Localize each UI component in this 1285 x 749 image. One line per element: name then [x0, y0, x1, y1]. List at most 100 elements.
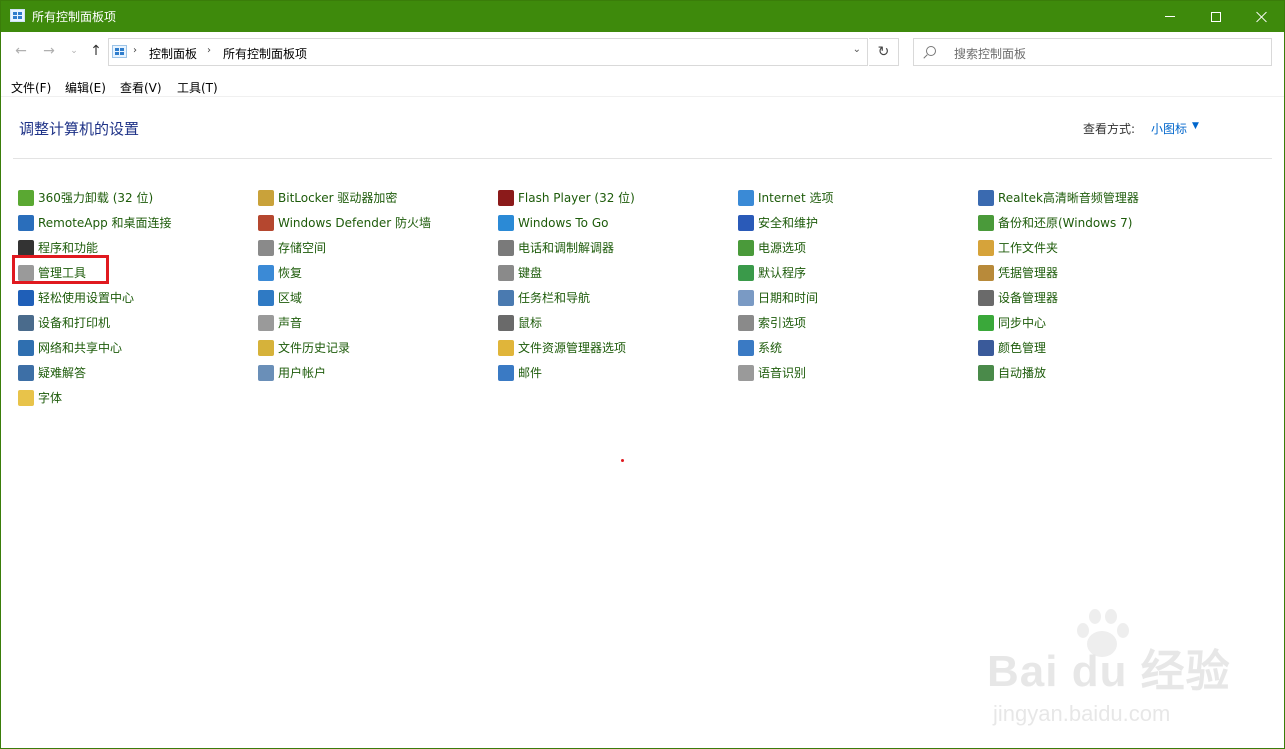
control-panel-item-label[interactable]: 设备管理器	[998, 289, 1058, 306]
control-panel-item-label[interactable]: 备份和还原(Windows 7)	[998, 214, 1132, 231]
control-panel-item-label[interactable]: 安全和维护	[758, 214, 818, 231]
control-panel-item[interactable]: 疑难解答	[18, 360, 248, 385]
control-panel-item[interactable]: 凭据管理器	[978, 260, 1208, 285]
control-panel-item[interactable]: 语音识别	[738, 360, 968, 385]
control-panel-item[interactable]: 设备和打印机	[18, 310, 248, 335]
control-panel-item[interactable]: 颜色管理	[978, 335, 1208, 360]
breadcrumb-all-items[interactable]: 所有控制面板项	[223, 45, 307, 62]
control-panel-item[interactable]: Realtek高清晰音频管理器	[978, 185, 1208, 210]
menu-file[interactable]: 文件(F)	[11, 79, 51, 96]
control-panel-item-label[interactable]: 工作文件夹	[998, 239, 1058, 256]
control-panel-item-label[interactable]: Internet 选项	[758, 189, 833, 206]
control-panel-item-label[interactable]: Windows Defender 防火墙	[278, 214, 431, 231]
control-panel-item-label[interactable]: 存储空间	[278, 239, 326, 256]
breadcrumb-control-panel[interactable]: 控制面板	[149, 45, 197, 62]
menu-view[interactable]: 查看(V)	[120, 79, 162, 96]
control-panel-item[interactable]: 系统	[738, 335, 968, 360]
control-panel-item[interactable]: 恢复	[258, 260, 488, 285]
forward-arrow-icon[interactable]: →	[38, 40, 60, 62]
refresh-button[interactable]: ↻	[869, 38, 899, 66]
control-panel-item-label[interactable]: 轻松使用设置中心	[38, 289, 134, 306]
control-panel-item-label[interactable]: 电源选项	[758, 239, 806, 256]
control-panel-item[interactable]: 工作文件夹	[978, 235, 1208, 260]
control-panel-item-label[interactable]: 鼠标	[518, 314, 542, 331]
back-arrow-icon[interactable]: ←	[10, 40, 32, 62]
control-panel-item[interactable]: 区域	[258, 285, 488, 310]
control-panel-item[interactable]: 默认程序	[738, 260, 968, 285]
breadcrumb-chevron-icon[interactable]: ›	[133, 45, 137, 56]
address-bar[interactable]: › 控制面板 › 所有控制面板项 ⌄	[108, 38, 868, 66]
control-panel-item[interactable]: 安全和维护	[738, 210, 968, 235]
control-panel-item[interactable]: 索引选项	[738, 310, 968, 335]
control-panel-item-label[interactable]: 索引选项	[758, 314, 806, 331]
menu-edit[interactable]: 编辑(E)	[65, 79, 106, 96]
control-panel-item[interactable]: 存储空间	[258, 235, 488, 260]
control-panel-item[interactable]: 360强力卸载 (32 位)	[18, 185, 248, 210]
control-panel-item[interactable]: 鼠标	[498, 310, 728, 335]
control-panel-item-label[interactable]: 自动播放	[998, 364, 1046, 381]
control-panel-item[interactable]: Internet 选项	[738, 185, 968, 210]
recent-locations-chevron-icon[interactable]: ⌄	[63, 40, 85, 62]
control-panel-item[interactable]: 用户帐户	[258, 360, 488, 385]
control-panel-item[interactable]: 键盘	[498, 260, 728, 285]
control-panel-item[interactable]: Flash Player (32 位)	[498, 185, 728, 210]
control-panel-item[interactable]: BitLocker 驱动器加密	[258, 185, 488, 210]
control-panel-item[interactable]: 声音	[258, 310, 488, 335]
view-by-dropdown[interactable]: 小图标	[1151, 120, 1187, 137]
control-panel-item-label[interactable]: 文件资源管理器选项	[518, 339, 626, 356]
up-arrow-icon[interactable]: ↑	[85, 40, 107, 62]
maximize-button[interactable]	[1193, 1, 1239, 32]
control-panel-item-label[interactable]: 键盘	[518, 264, 542, 281]
dropdown-arrow-icon[interactable]: ▼	[1192, 121, 1199, 131]
control-panel-item-label[interactable]: Realtek高清晰音频管理器	[998, 189, 1139, 206]
control-panel-item-label[interactable]: 电话和调制解调器	[518, 239, 614, 256]
search-input[interactable]: 搜索控制面板	[954, 45, 1026, 62]
control-panel-item-label[interactable]: 声音	[278, 314, 302, 331]
control-panel-item[interactable]: 文件历史记录	[258, 335, 488, 360]
control-panel-item[interactable]: 文件资源管理器选项	[498, 335, 728, 360]
control-panel-item[interactable]: 邮件	[498, 360, 728, 385]
minimize-button[interactable]	[1147, 1, 1193, 32]
control-panel-item[interactable]: 自动播放	[978, 360, 1208, 385]
control-panel-item[interactable]: 同步中心	[978, 310, 1208, 335]
control-panel-item-label[interactable]: 日期和时间	[758, 289, 818, 306]
search-box[interactable]: 搜索控制面板	[913, 38, 1272, 66]
control-panel-item-label[interactable]: 网络和共享中心	[38, 339, 122, 356]
control-panel-item-label[interactable]: Windows To Go	[518, 216, 608, 230]
control-panel-item-label[interactable]: BitLocker 驱动器加密	[278, 189, 397, 206]
control-panel-item-label[interactable]: 用户帐户	[278, 364, 326, 381]
control-panel-item-label[interactable]: 默认程序	[758, 264, 806, 281]
control-panel-item-label[interactable]: 字体	[38, 389, 62, 406]
control-panel-item[interactable]: 设备管理器	[978, 285, 1208, 310]
control-panel-item[interactable]: Windows To Go	[498, 210, 728, 235]
control-panel-item-label[interactable]: 疑难解答	[38, 364, 86, 381]
control-panel-item[interactable]: 网络和共享中心	[18, 335, 248, 360]
control-panel-item-label[interactable]: 设备和打印机	[38, 314, 110, 331]
control-panel-item-label[interactable]: 任务栏和导航	[518, 289, 590, 306]
control-panel-item-label[interactable]: 语音识别	[758, 364, 806, 381]
control-panel-item[interactable]: 轻松使用设置中心	[18, 285, 248, 310]
control-panel-item-label[interactable]: 系统	[758, 339, 782, 356]
control-panel-item[interactable]: Windows Defender 防火墙	[258, 210, 488, 235]
control-panel-item-label[interactable]: Flash Player (32 位)	[518, 189, 635, 206]
close-button[interactable]	[1239, 1, 1285, 32]
control-panel-item[interactable]: 电源选项	[738, 235, 968, 260]
control-panel-item[interactable]: 任务栏和导航	[498, 285, 728, 310]
breadcrumb-chevron-icon[interactable]: ›	[207, 45, 211, 56]
control-panel-item[interactable]: 电话和调制解调器	[498, 235, 728, 260]
control-panel-item-label[interactable]: 文件历史记录	[278, 339, 350, 356]
control-panel-item[interactable]: 日期和时间	[738, 285, 968, 310]
control-panel-item-label[interactable]: RemoteApp 和桌面连接	[38, 214, 172, 231]
control-panel-item-label[interactable]: 同步中心	[998, 314, 1046, 331]
address-dropdown-icon[interactable]: ⌄	[853, 44, 861, 55]
title-bar[interactable]: 所有控制面板项	[1, 1, 1284, 32]
control-panel-item-label[interactable]: 邮件	[518, 364, 542, 381]
control-panel-item[interactable]: RemoteApp 和桌面连接	[18, 210, 248, 235]
control-panel-item-label[interactable]: 凭据管理器	[998, 264, 1058, 281]
control-panel-item[interactable]: 备份和还原(Windows 7)	[978, 210, 1208, 235]
control-panel-item-label[interactable]: 360强力卸载 (32 位)	[38, 189, 153, 206]
control-panel-item-label[interactable]: 区域	[278, 289, 302, 306]
control-panel-item-label[interactable]: 恢复	[278, 264, 302, 281]
control-panel-item-label[interactable]: 程序和功能	[38, 239, 98, 256]
control-panel-item[interactable]: 字体	[18, 385, 248, 410]
